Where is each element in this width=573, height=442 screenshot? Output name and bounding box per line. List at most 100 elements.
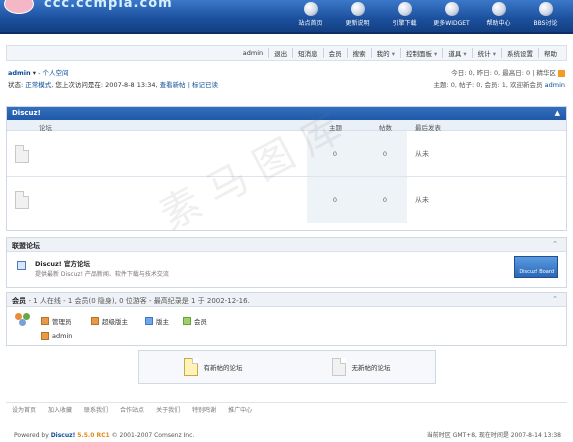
toolbar-settings[interactable]: 系统设置 — [501, 48, 538, 58]
last-visit-text: , 您上次访问是在: 2007-8-8 13:34, — [51, 81, 158, 89]
top-nav: 站点首页 更新说明 引擎下载 更多WIDGET 帮助中心 BBS讨论 — [287, 0, 569, 27]
nav-bbs[interactable]: BBS讨论 — [522, 0, 569, 27]
collapse-icon[interactable]: ⌃ — [552, 295, 558, 303]
help-icon — [491, 2, 506, 16]
copyright: Powered by Discuz! 5.5.0 RC1 © 2001-2007… — [14, 432, 195, 439]
nav-help[interactable]: 帮助中心 — [475, 0, 522, 27]
last-post: 从未 — [415, 149, 429, 158]
toolbar-messages[interactable]: 短消息 — [292, 48, 323, 58]
nav-update[interactable]: 更新说明 — [334, 0, 381, 27]
time-info: 当前时区 GMT+8, 现在时间是 2007-8-14 13:38 — [426, 432, 561, 439]
members-title: 会员 — [12, 297, 26, 305]
toolbar-logout[interactable]: 退出 — [268, 48, 292, 58]
toolbar-my[interactable]: 我的 — [370, 48, 400, 58]
nav-widget[interactable]: 更多WIDGET — [428, 0, 475, 27]
forum-link-icon — [17, 261, 26, 270]
no-new-posts-icon — [15, 144, 29, 163]
current-user-link[interactable]: admin — [8, 69, 31, 77]
icon-legend: 有新帖的论坛 无新帖的论坛 — [138, 350, 436, 384]
last-post: 从未 — [415, 196, 429, 204]
super-moderator-icon — [91, 317, 99, 325]
new-posts-icon — [183, 358, 198, 376]
legend-super-moderator: 超级版主 — [91, 316, 128, 326]
no-new-posts-icon — [331, 358, 346, 376]
moderator-icon — [145, 317, 153, 325]
footer-link[interactable]: 联系我们 — [78, 405, 114, 414]
footer-link[interactable]: 合作站点 — [114, 405, 150, 414]
footer-link[interactable]: 加入收藏 — [42, 405, 78, 414]
league-entry: Discuz! 官方论坛 提供最新 Discuz! 产品新闻、软件下载与技术交流… — [7, 252, 566, 287]
footer-link[interactable]: 推广中心 — [222, 405, 258, 414]
footer-link[interactable]: 设为首页 — [6, 405, 42, 414]
gear-icon — [444, 2, 459, 16]
status-label: 状态: — [8, 81, 24, 89]
forum-table: Discuz! ▲ 论坛 主题 帖数 最后发表 0 0 从未 0 0 从未 — [6, 106, 567, 231]
league-site-link[interactable]: Discuz! 官方论坛 — [35, 258, 90, 268]
league-forums: 联盟论坛 ⌃ Discuz! 官方论坛 提供最新 Discuz! 产品新闻、软件… — [6, 237, 567, 288]
board-stats: 今日: 0, 昨日: 0, 最高日: 0 | 精华区 主题: 0, 帖子: 0,… — [433, 67, 565, 91]
legend-new-posts: 有新帖的论坛 — [183, 358, 243, 376]
rss-icon[interactable] — [558, 69, 565, 77]
category-title[interactable]: Discuz! — [12, 109, 41, 117]
bbs-icon — [538, 2, 553, 16]
topics-count: 0 — [332, 196, 338, 204]
toolbar-tools[interactable]: 道具 — [442, 48, 471, 58]
version: 5.5.0 RC1 — [77, 432, 110, 439]
legend-member: 会员 — [183, 316, 207, 326]
toolbar-help[interactable]: 帮助 — [538, 48, 562, 58]
members-summary: - 1 人在线 - 1 会员(0 隐身), 0 位游客 - 最高纪录是 1 于 … — [28, 297, 250, 305]
online-user[interactable]: admin — [41, 332, 72, 340]
toolbar-username[interactable]: admin — [238, 49, 268, 57]
footer-link[interactable]: 关于我们 — [150, 405, 186, 414]
toolbar-control-panel[interactable]: 控制面板 — [399, 48, 442, 58]
site-logo-text[interactable]: ccc.ccmpia.com — [44, 0, 173, 11]
nav-download[interactable]: 引擎下载 — [381, 0, 428, 27]
stats-line-totals: 主题: 0, 帖子: 0, 会员: 1, 欢迎新会员 — [433, 81, 543, 89]
members-header: 会员 - 1 人在线 - 1 会员(0 隐身), 0 位游客 - 最高纪录是 1… — [7, 293, 566, 307]
user-toolbar: admin 退出 短消息 会员 搜索 我的 控制面板 道具 统计 系统设置 帮助 — [6, 45, 567, 61]
personal-space-link[interactable]: - 个人空间 — [38, 69, 68, 77]
footer-link[interactable]: 特别鸣谢 — [186, 405, 222, 414]
forum-row[interactable]: 0 0 从未 — [7, 177, 566, 223]
toolbar-stats[interactable]: 统计 — [471, 48, 501, 58]
nav-home[interactable]: 站点首页 — [287, 0, 334, 27]
product-link[interactable]: Discuz! — [51, 432, 76, 439]
status-mode-link[interactable]: 正常模式 — [25, 81, 51, 89]
new-member-link[interactable]: admin — [545, 81, 565, 89]
site-header: ccc.ccmpia.com 站点首页 更新说明 引擎下载 更多WIDGET 帮… — [0, 0, 573, 34]
collapse-icon[interactable]: ⌃ — [552, 240, 558, 248]
mark-read-link[interactable]: | 标记已读 — [188, 81, 218, 89]
member-icon — [183, 317, 191, 325]
toolbar-members[interactable]: 会员 — [322, 48, 347, 58]
posts-count: 0 — [382, 149, 388, 158]
footer-links: 设为首页 加入收藏 联系我们 合作站点 关于我们 特别鸣谢 推广中心 — [6, 402, 567, 416]
admin-icon — [41, 332, 49, 340]
users-icon — [15, 313, 31, 327]
members-body: 管理员 超级版主 版主 会员 admin — [7, 307, 566, 345]
league-site-logo[interactable]: Discuz! Board — [514, 256, 558, 278]
collapse-icon[interactable]: ▲ — [555, 109, 560, 117]
legend-no-new-posts: 无新帖的论坛 — [331, 358, 391, 376]
user-status: admin ▾ - 个人空间 状态: 正常模式, 您上次访问是在: 2007-8… — [8, 67, 218, 91]
forum-table-header: 论坛 主题 帖数 最后发表 — [7, 120, 566, 132]
category-header: Discuz! ▲ — [7, 107, 566, 120]
legend-admin: 管理员 — [41, 316, 72, 326]
lightbulb-icon — [350, 2, 365, 16]
league-header: 联盟论坛 ⌃ — [7, 238, 566, 252]
admin-icon — [41, 317, 49, 325]
forum-row[interactable]: 0 0 从未 — [7, 131, 566, 177]
members-online: 会员 - 1 人在线 - 1 会员(0 隐身), 0 位游客 - 最高纪录是 1… — [6, 292, 567, 346]
league-site-description: 提供最新 Discuz! 产品新闻、软件下载与技术交流 — [35, 271, 169, 278]
topics-count: 0 — [332, 149, 338, 158]
view-new-posts-link[interactable]: 查看新帖 — [160, 81, 186, 89]
home-icon — [303, 2, 318, 16]
toolbar-search[interactable]: 搜索 — [346, 48, 371, 58]
no-new-posts-icon — [15, 191, 29, 209]
legend-moderator: 版主 — [145, 316, 169, 326]
league-title: 联盟论坛 — [12, 242, 40, 250]
stats-line-today: 今日: 0, 昨日: 0, 最高日: 0 | 精华区 — [451, 69, 556, 77]
chevron-down-icon[interactable]: ▾ — [31, 69, 38, 77]
posts-count: 0 — [382, 196, 388, 204]
pig-logo-icon[interactable] — [4, 0, 34, 14]
download-icon — [397, 2, 412, 16]
